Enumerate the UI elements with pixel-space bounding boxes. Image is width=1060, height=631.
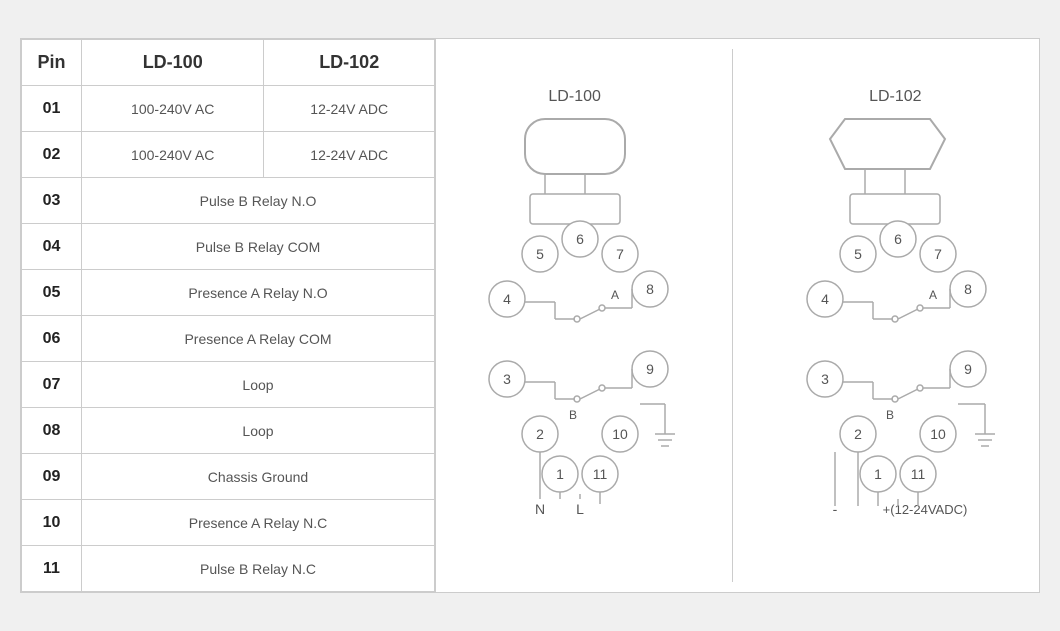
ld100-label: LD-100 [548,88,600,106]
diagram-divider [732,49,733,582]
diagrams-area: LD-100 6 7 5 8 [436,39,1039,592]
svg-text:6: 6 [894,231,902,247]
svg-text:8: 8 [964,281,972,297]
svg-text:A: A [929,288,937,302]
svg-text:10: 10 [612,426,628,442]
svg-text:5: 5 [536,246,544,262]
ld102-value: 12-24V ADC [264,132,435,178]
pin-description: Presence A Relay COM [82,316,435,362]
table-row: 05Presence A Relay N.O [22,270,435,316]
svg-text:B: B [886,408,894,422]
svg-text:7: 7 [616,246,624,262]
pin-description: Loop [82,362,435,408]
ld102-value: 12-24V ADC [264,86,435,132]
svg-text:B: B [569,408,577,422]
svg-text:3: 3 [821,371,829,387]
col-pin: Pin [22,40,82,86]
ld100-value: 100-240V AC [82,132,264,178]
pin-table: Pin LD-100 LD-102 01100-240V AC12-24V AD… [21,39,436,592]
table-row: 04Pulse B Relay COM [22,224,435,270]
table-row: 11Pulse B Relay N.C [22,546,435,592]
col-ld100: LD-100 [82,40,264,86]
svg-text:3: 3 [503,371,511,387]
table-row: 02100-240V AC12-24V ADC [22,132,435,178]
svg-text:9: 9 [964,361,972,377]
svg-text:N: N [535,501,545,517]
svg-text:11: 11 [592,466,607,482]
svg-text:+(12-24VADC): +(12-24VADC) [883,502,968,517]
ld100-diagram: LD-100 6 7 5 8 [465,88,685,544]
ld102-diagram: LD-102 6 7 5 8 [780,88,1010,544]
pin-description: Pulse B Relay N.O [82,178,435,224]
svg-text:L: L [576,501,584,517]
pin-number: 05 [22,270,82,316]
svg-text:2: 2 [536,426,544,442]
col-ld102: LD-102 [264,40,435,86]
table-row: 03Pulse B Relay N.O [22,178,435,224]
svg-text:4: 4 [503,291,511,307]
pin-number: 08 [22,408,82,454]
table-row: 10Presence A Relay N.C [22,500,435,546]
pin-description: Pulse B Relay COM [82,224,435,270]
svg-text:4: 4 [821,291,829,307]
ld100-value: 100-240V AC [82,86,264,132]
pin-number: 01 [22,86,82,132]
svg-text:2: 2 [854,426,862,442]
svg-text:A: A [611,288,619,302]
pin-number: 02 [22,132,82,178]
pin-description: Chassis Ground [82,454,435,500]
table-row: 07Loop [22,362,435,408]
svg-text:10: 10 [931,426,947,442]
pin-description: Loop [82,408,435,454]
pin-number: 07 [22,362,82,408]
svg-text:7: 7 [934,246,942,262]
svg-text:1: 1 [556,466,564,482]
svg-text:9: 9 [646,361,654,377]
table-row: 01100-240V AC12-24V ADC [22,86,435,132]
svg-text:1: 1 [874,466,882,482]
pin-number: 04 [22,224,82,270]
table-row: 09Chassis Ground [22,454,435,500]
table-row: 08Loop [22,408,435,454]
main-container: Pin LD-100 LD-102 01100-240V AC12-24V AD… [20,38,1040,593]
svg-text:8: 8 [646,281,654,297]
pin-number: 09 [22,454,82,500]
svg-text:5: 5 [854,246,862,262]
pin-description: Presence A Relay N.O [82,270,435,316]
pin-description: Presence A Relay N.C [82,500,435,546]
table-row: 06Presence A Relay COM [22,316,435,362]
pin-number: 03 [22,178,82,224]
pin-number: 06 [22,316,82,362]
ld102-label: LD-102 [869,88,921,106]
svg-text:11: 11 [911,466,926,482]
svg-text:6: 6 [576,231,584,247]
pin-description: Pulse B Relay N.C [82,546,435,592]
pin-number: 10 [22,500,82,546]
pin-number: 11 [22,546,82,592]
